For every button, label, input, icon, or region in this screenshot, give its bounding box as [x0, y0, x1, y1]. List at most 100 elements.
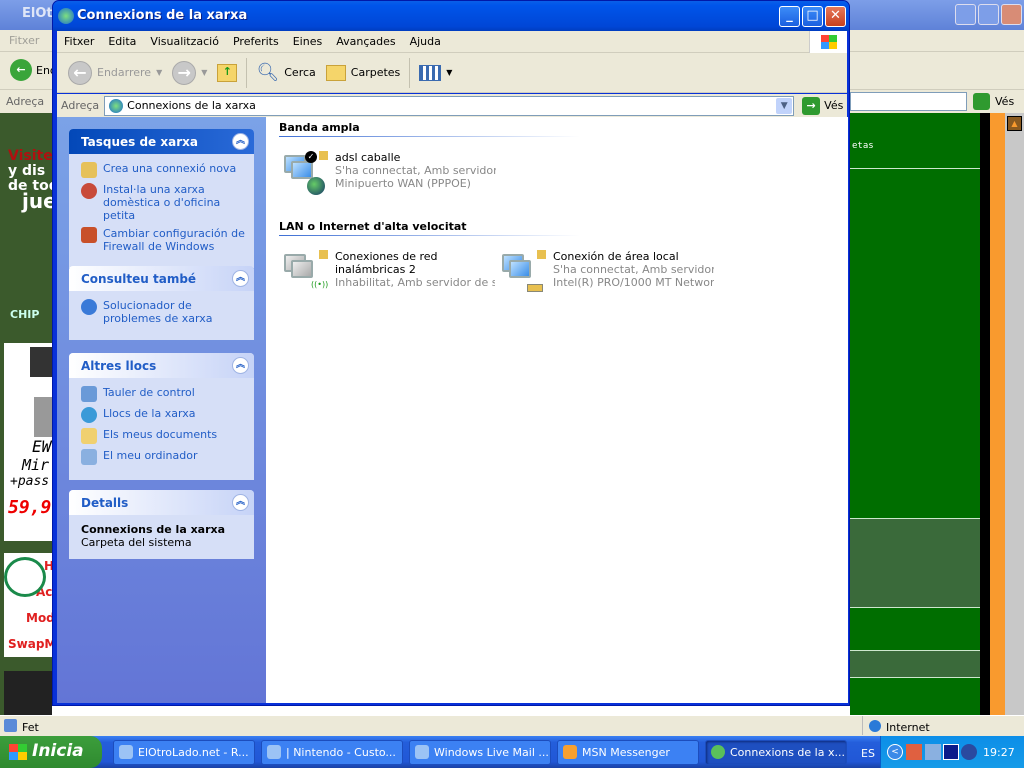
minimize-button[interactable]: _	[779, 6, 800, 27]
chevron-down-icon[interactable]: ▼	[776, 97, 793, 114]
chevron-up-icon[interactable]: ︽	[232, 357, 249, 374]
control-panel-icon	[81, 386, 97, 402]
black-stripe	[980, 113, 990, 715]
ad-text: +pass	[10, 474, 50, 489]
background-window-controls	[955, 4, 1022, 25]
go-button[interactable]: → Vés	[802, 96, 844, 115]
ie-icon	[415, 745, 429, 759]
connection-status: S'ha connectat, Amb servidor ...	[335, 164, 496, 177]
firewall-icon	[81, 227, 97, 243]
tray-monitor-icon[interactable]	[925, 744, 941, 760]
task-pane: Tasques de xarxa ︽ Crea una connexió nova…	[57, 117, 266, 703]
menu-visualitzacio[interactable]: Visualització	[143, 35, 226, 48]
task-setup-home-network[interactable]: Instal·la una xarxa domèstica o d'oficin…	[81, 183, 246, 222]
search-button[interactable]: 🔍︎ Cerca	[251, 57, 320, 89]
menu-edita[interactable]: Edita	[101, 35, 143, 48]
tray-app-icon[interactable]	[961, 744, 977, 760]
ie-icon	[119, 745, 133, 759]
taskbar-item-network-connections[interactable]: Connexions de la x...	[705, 740, 847, 765]
panel-other-places: Altres llocs ︽ Tauler de control Llocs de…	[69, 353, 254, 480]
task-create-connection[interactable]: Crea una connexió nova	[81, 162, 246, 178]
details-type: Carpeta del sistema	[81, 536, 192, 549]
panel-header[interactable]: Detalls ︽	[69, 490, 254, 515]
folders-button[interactable]: Carpetes	[321, 57, 406, 89]
go-button[interactable]: Vés	[995, 95, 1014, 108]
group-header-lan: LAN o Internet d'alta velocitat	[279, 220, 579, 236]
address-label: Adreça	[61, 99, 100, 112]
orange-stripe	[990, 113, 1005, 715]
start-button[interactable]: Inicia	[0, 736, 102, 768]
taskbar-item-elotrolado[interactable]: ElOtroLado.net - R...	[113, 740, 255, 765]
folders-icon	[325, 64, 346, 81]
link-my-documents[interactable]: Els meus documents	[81, 428, 246, 444]
minimize-button[interactable]	[955, 4, 976, 25]
scroll-up-icon[interactable]: ▲	[1007, 116, 1022, 131]
menu-avancades[interactable]: Avançades	[329, 35, 402, 48]
tray-network-icon[interactable]	[906, 744, 922, 760]
menu-ajuda[interactable]: Ajuda	[403, 35, 448, 48]
folders-label: Carpetes	[350, 66, 401, 79]
close-button[interactable]	[1001, 4, 1022, 25]
close-button[interactable]: ✕	[825, 6, 846, 27]
home-network-icon	[81, 183, 97, 199]
maximize-button[interactable]	[978, 4, 999, 25]
menu-bar: Fitxer Edita Visualització Preferits Ein…	[57, 30, 847, 53]
security-zone: Internet	[886, 721, 930, 734]
ad-text: CHIP	[10, 308, 40, 321]
status-text: Fet	[22, 721, 39, 734]
connection-name: Conexiones de red inalámbricas 2	[335, 250, 438, 276]
ad-text: Mod	[26, 611, 55, 625]
link-network-places[interactable]: Llocs de la xarxa	[81, 407, 246, 423]
back-button[interactable]: ← Endarrere ▼	[63, 57, 167, 89]
menu-fitxer[interactable]: Fitxer	[57, 35, 101, 48]
menu-eines[interactable]: Eines	[286, 35, 329, 48]
chevron-up-icon[interactable]: ︽	[232, 270, 249, 287]
connection-device: Minipuerto WAN (PPPOE)	[335, 177, 471, 190]
address-bar: Adreça Connexions de la xarxa ▼ → Vés	[57, 94, 847, 117]
maximize-button[interactable]: □	[802, 6, 823, 27]
show-hidden-icons-button[interactable]: <	[887, 744, 903, 760]
back-icon[interactable]: ←	[10, 59, 32, 81]
page-scrollbar[interactable]: ▲	[1005, 113, 1024, 715]
tray-media-icon[interactable]	[943, 744, 959, 760]
panel-see-also: Consulteu també ︽ Solucionador de problem…	[69, 266, 254, 340]
background-address-input[interactable]	[850, 92, 967, 111]
taskbar-item-nintendo[interactable]: | Nintendo - Custo...	[261, 740, 403, 765]
windows-logo-icon	[9, 744, 27, 760]
network-icon	[109, 98, 124, 113]
up-folder-button[interactable]: ↑	[212, 57, 242, 89]
connection-adsl[interactable]: ✓ adsl caballe S'ha connectat, Amb servid…	[281, 151, 496, 199]
connection-device: Intel(R) PRO/1000 MT Networ...	[553, 276, 714, 289]
go-arrow-icon: →	[802, 96, 821, 115]
window-title[interactable]: Connexions de la xarxa	[53, 1, 849, 31]
menu-preferits[interactable]: Preferits	[226, 35, 286, 48]
connection-local-area[interactable]: Conexión de área local S'ha connectat, Am…	[499, 250, 714, 298]
address-input[interactable]: Connexions de la xarxa ▼	[104, 95, 795, 116]
language-indicator[interactable]: ES	[861, 747, 875, 760]
panel-header[interactable]: Tasques de xarxa ︽	[69, 129, 254, 154]
chevron-up-icon[interactable]: ︽	[232, 494, 249, 511]
link-my-computer[interactable]: El meu ordinador	[81, 449, 246, 465]
task-troubleshooter[interactable]: Solucionador de problemes de xarxa	[81, 299, 246, 325]
go-label: Vés	[824, 99, 844, 112]
views-button[interactable]: ▼	[414, 57, 457, 89]
broadband-connection-icon: ✓	[281, 151, 329, 199]
connection-wireless[interactable]: ((•)) Conexiones de red inalámbricas 2 In…	[281, 250, 496, 298]
panel-header[interactable]: Consulteu també ︽	[69, 266, 254, 291]
go-icon[interactable]	[973, 93, 990, 110]
taskbar-item-live-mail[interactable]: Windows Live Mail ...	[409, 740, 551, 765]
link-control-panel[interactable]: Tauler de control	[81, 386, 246, 402]
panel-header[interactable]: Altres llocs ︽	[69, 353, 254, 378]
back-arrow-icon: ←	[68, 60, 92, 85]
network-places-icon	[81, 407, 97, 423]
ad-text: Mir	[22, 456, 50, 474]
taskbar-item-msn[interactable]: MSN Messenger	[557, 740, 699, 765]
clock[interactable]: 19:27	[983, 746, 1015, 759]
task-firewall-settings[interactable]: Cambiar configuración de Firewall de Win…	[81, 227, 246, 253]
details-name: Connexions de la xarxa	[81, 523, 226, 536]
ad-text: EW	[32, 437, 52, 456]
chevron-up-icon[interactable]: ︽	[232, 133, 249, 150]
ad-banners[interactable]: Visiter y dis de tod jue CHIP EW Mir +pa…	[0, 113, 64, 715]
search-icon: 🔍︎	[256, 62, 280, 83]
forward-button[interactable]: → ▼	[167, 57, 212, 89]
